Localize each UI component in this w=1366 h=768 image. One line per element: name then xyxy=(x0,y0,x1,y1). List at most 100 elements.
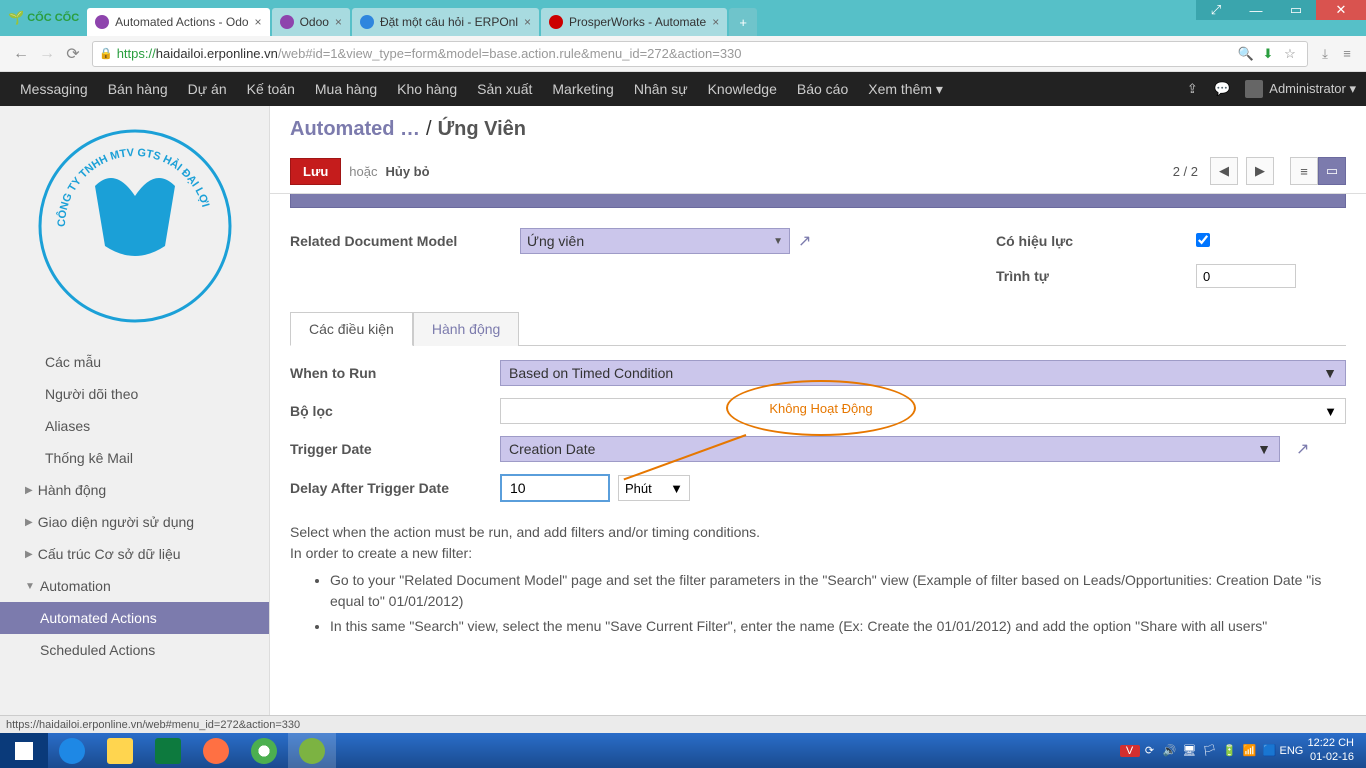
view-form-icon[interactable]: ▭ xyxy=(1318,157,1346,185)
action-bar: Lưu hoặc Hủy bỏ 2 / 2 ◀ ▶ ≡ ▭ xyxy=(270,149,1366,194)
sequence-label: Trình tự xyxy=(996,268,1176,284)
taskbar-ie[interactable] xyxy=(48,733,96,768)
browser-tab-1[interactable]: Automated Actions - Odo× xyxy=(87,8,269,36)
taskbar-store[interactable] xyxy=(144,733,192,768)
delay-value-input[interactable] xyxy=(500,474,610,502)
download-icon[interactable]: ⤓ xyxy=(1314,46,1336,62)
avatar xyxy=(1245,80,1263,98)
menu-ketoan[interactable]: Kế toán xyxy=(237,72,305,106)
search-icon[interactable]: 🔍 xyxy=(1235,46,1257,62)
taskbar-explorer[interactable] xyxy=(96,733,144,768)
when-to-run-label: When to Run xyxy=(290,365,490,381)
breadcrumb: Automated … / Ứng Viên xyxy=(270,106,1366,149)
menu-duan[interactable]: Dự án xyxy=(178,72,237,106)
browser-tab-3[interactable]: Đặt một câu hỏi - ERPOnl× xyxy=(352,8,539,36)
forward-icon[interactable]: → xyxy=(34,45,60,63)
sidebar-item-nguoidoitheo[interactable]: Người dõi theo xyxy=(0,378,269,410)
external-link-icon[interactable]: ↗ xyxy=(798,231,811,251)
sidebar-group-automation[interactable]: ▼Automation xyxy=(0,570,269,602)
browser-titlebar: 🌱CỐC CỐC Automated Actions - Odo× Odoo× … xyxy=(0,0,1366,36)
tray-battery-icon[interactable]: 🔋 xyxy=(1220,744,1240,757)
sequence-input[interactable] xyxy=(1196,264,1296,288)
pager-prev-icon[interactable]: ◀ xyxy=(1210,157,1238,185)
address-bar: ← → ⟳ 🔒 https://haidailoi.erponline.vn/w… xyxy=(0,36,1366,72)
minimize-icon[interactable]: — xyxy=(1236,0,1276,20)
tray-bt-icon[interactable]: 🟦 xyxy=(1260,744,1280,757)
external-link-icon[interactable]: ↗ xyxy=(1296,439,1309,459)
lock-icon: 🔒 xyxy=(99,47,113,60)
menu-muahang[interactable]: Mua hàng xyxy=(305,72,387,106)
save-button[interactable]: Lưu xyxy=(290,158,341,185)
when-to-run-select[interactable]: Based on Timed Condition▼ xyxy=(500,360,1346,386)
sidebar-item-automated-actions[interactable]: Automated Actions xyxy=(0,602,269,634)
tab-conditions[interactable]: Các điều kiện xyxy=(290,312,413,346)
view-list-icon[interactable]: ≡ xyxy=(1290,157,1318,185)
sidebar-group-cautruc[interactable]: ▶Cấu trúc Cơ sở dữ liệu xyxy=(0,538,269,570)
menu-messaging[interactable]: Messaging xyxy=(10,72,98,106)
menu-nhansu[interactable]: Nhân sự xyxy=(624,72,698,106)
filter-select[interactable]: ▼ xyxy=(500,398,1346,424)
close-icon[interactable]: × xyxy=(335,15,342,29)
browser-tab-2[interactable]: Odoo× xyxy=(272,8,350,36)
menu-sanxuat[interactable]: Sản xuất xyxy=(467,72,542,106)
tray-v-icon[interactable]: V xyxy=(1120,745,1140,757)
pager-next-icon[interactable]: ▶ xyxy=(1246,157,1274,185)
url-input[interactable]: 🔒 https://haidailoi.erponline.vn/web#id=… xyxy=(92,41,1308,67)
delay-label: Delay After Trigger Date xyxy=(290,480,490,496)
back-icon[interactable]: ← xyxy=(8,45,34,63)
taskbar-chrome[interactable] xyxy=(240,733,288,768)
taskbar-firefox[interactable] xyxy=(192,733,240,768)
savior-icon[interactable]: ⬇ xyxy=(1257,46,1279,62)
menu-knowledge[interactable]: Knowledge xyxy=(698,72,787,106)
sidebar-item-cacmau[interactable]: Các mẫu xyxy=(0,346,269,378)
menu-xemthem[interactable]: Xem thêm ▾ xyxy=(858,72,953,106)
taskbar-coccoc[interactable] xyxy=(288,733,336,768)
tray-sound-icon[interactable]: 🔊 xyxy=(1160,744,1180,757)
menu-khohang[interactable]: Kho hàng xyxy=(387,72,467,106)
tray-sync-icon[interactable]: ⟳ xyxy=(1140,744,1160,757)
trigger-date-select[interactable]: Creation Date▼ xyxy=(500,436,1280,462)
sidebar-item-thongkemail[interactable]: Thống kê Mail xyxy=(0,442,269,474)
window-close-icon[interactable]: ✕ xyxy=(1316,0,1366,20)
tray-lang[interactable]: ENG xyxy=(1280,745,1300,757)
sidebar-group-giaodien[interactable]: ▶Giao diện người sử dụng xyxy=(0,506,269,538)
active-label: Có hiệu lực xyxy=(996,233,1176,249)
sidebar-item-aliases[interactable]: Aliases xyxy=(0,410,269,442)
cancel-button[interactable]: Hủy bỏ xyxy=(386,164,430,179)
active-checkbox[interactable] xyxy=(1196,233,1210,247)
close-icon[interactable]: × xyxy=(524,15,531,29)
close-icon[interactable]: × xyxy=(712,15,719,29)
taskbar-clock[interactable]: 12:22 CH 01-02-16 xyxy=(1300,737,1362,763)
related-model-select[interactable]: Ứng viên▼ xyxy=(520,228,790,254)
trigger-date-label: Trigger Date xyxy=(290,441,490,457)
share-icon[interactable]: ⇪ xyxy=(1177,81,1207,97)
or-text: hoặc xyxy=(349,164,377,179)
tray-wifi-icon[interactable]: 📶 xyxy=(1240,744,1260,757)
tray-flag-icon[interactable]: 🏳 xyxy=(1200,744,1220,757)
undock-icon[interactable]: ⤢ xyxy=(1196,0,1236,20)
new-tab-button[interactable]: + xyxy=(729,8,757,36)
tab-actions[interactable]: Hành động xyxy=(413,312,520,346)
maximize-icon[interactable]: ▭ xyxy=(1276,0,1316,20)
sidebar-group-hanhdong[interactable]: ▶Hành động xyxy=(0,474,269,506)
bookmark-icon[interactable]: ☆ xyxy=(1279,46,1301,62)
coccoc-logo: 🌱CỐC CỐC xyxy=(0,0,87,36)
tray-network-icon[interactable]: 🖥 xyxy=(1180,744,1200,757)
menu-banhang[interactable]: Bán hàng xyxy=(98,72,178,106)
windows-taskbar: V ⟳ 🔊 🖥 🏳 🔋 📶 🟦 ENG 12:22 CH 01-02-16 xyxy=(0,733,1366,768)
breadcrumb-parent[interactable]: Automated … xyxy=(290,118,420,141)
reload-icon[interactable]: ⟳ xyxy=(60,44,86,64)
menu-baocao[interactable]: Báo cáo xyxy=(787,72,858,106)
delay-unit-select[interactable]: Phút▼ xyxy=(618,475,690,501)
odoo-topmenu: Messaging Bán hàng Dự án Kế toán Mua hàn… xyxy=(0,72,1366,106)
close-icon[interactable]: × xyxy=(255,15,262,29)
help-text: Select when the action must be run, and … xyxy=(290,516,1346,647)
pager-text: 2 / 2 xyxy=(1173,164,1198,179)
menu-icon[interactable]: ≡ xyxy=(1336,46,1358,61)
user-menu[interactable]: Administrator ▾ xyxy=(1237,80,1356,98)
browser-tab-4[interactable]: ProsperWorks - Automate× xyxy=(541,8,727,36)
menu-marketing[interactable]: Marketing xyxy=(542,72,623,106)
start-button[interactable] xyxy=(0,733,48,768)
chat-icon[interactable]: 💬 xyxy=(1207,81,1237,97)
sidebar-item-scheduled-actions[interactable]: Scheduled Actions xyxy=(0,634,269,666)
